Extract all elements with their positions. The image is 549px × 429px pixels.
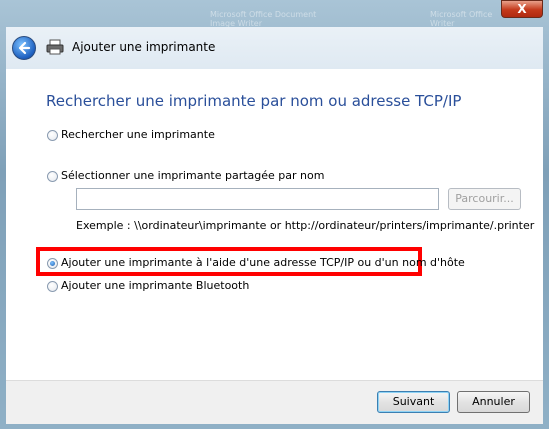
back-arrow-icon: [18, 41, 31, 55]
wizard-header: Ajouter une imprimante: [6, 27, 543, 69]
wizard-content: Rechercher une imprimante par nom ou adr…: [6, 69, 543, 380]
window-frame: Microsoft Office Document Image Writer M…: [0, 0, 549, 429]
wizard-title: Ajouter une imprimante: [72, 40, 216, 54]
next-button[interactable]: Suivant: [377, 391, 450, 413]
shared-printer-name-input[interactable]: [76, 188, 439, 210]
wizard-footer: Suivant Annuler: [6, 380, 543, 424]
back-button[interactable]: [12, 36, 36, 60]
background-window-label: Microsoft Office: [430, 10, 493, 19]
radio-bluetooth-printer[interactable]: [47, 281, 58, 292]
page-title: Rechercher une imprimante par nom ou adr…: [46, 92, 462, 110]
radio-tcpip-printer[interactable]: [47, 258, 58, 269]
radio-shared-printer[interactable]: [47, 171, 58, 182]
option-bluetooth-printer-label[interactable]: Ajouter une imprimante Bluetooth: [61, 279, 249, 292]
background-window-label: Microsoft Office Document: [210, 10, 317, 19]
option-search-printer-label[interactable]: Rechercher une imprimante: [61, 128, 215, 141]
close-button[interactable]: X: [501, 0, 543, 18]
option-tcpip-printer-label[interactable]: Ajouter une imprimante à l'aide d'une ad…: [61, 256, 465, 269]
radio-search-printer[interactable]: [47, 130, 58, 141]
cancel-button[interactable]: Annuler: [457, 391, 530, 413]
option-shared-printer-label[interactable]: Sélectionner une imprimante partagée par…: [61, 169, 324, 182]
example-text: Exemple : \\ordinateur\imprimante or htt…: [76, 219, 535, 232]
close-icon: X: [517, 2, 527, 16]
printer-icon: [46, 39, 64, 55]
browse-button[interactable]: Parcourir...: [448, 188, 521, 210]
